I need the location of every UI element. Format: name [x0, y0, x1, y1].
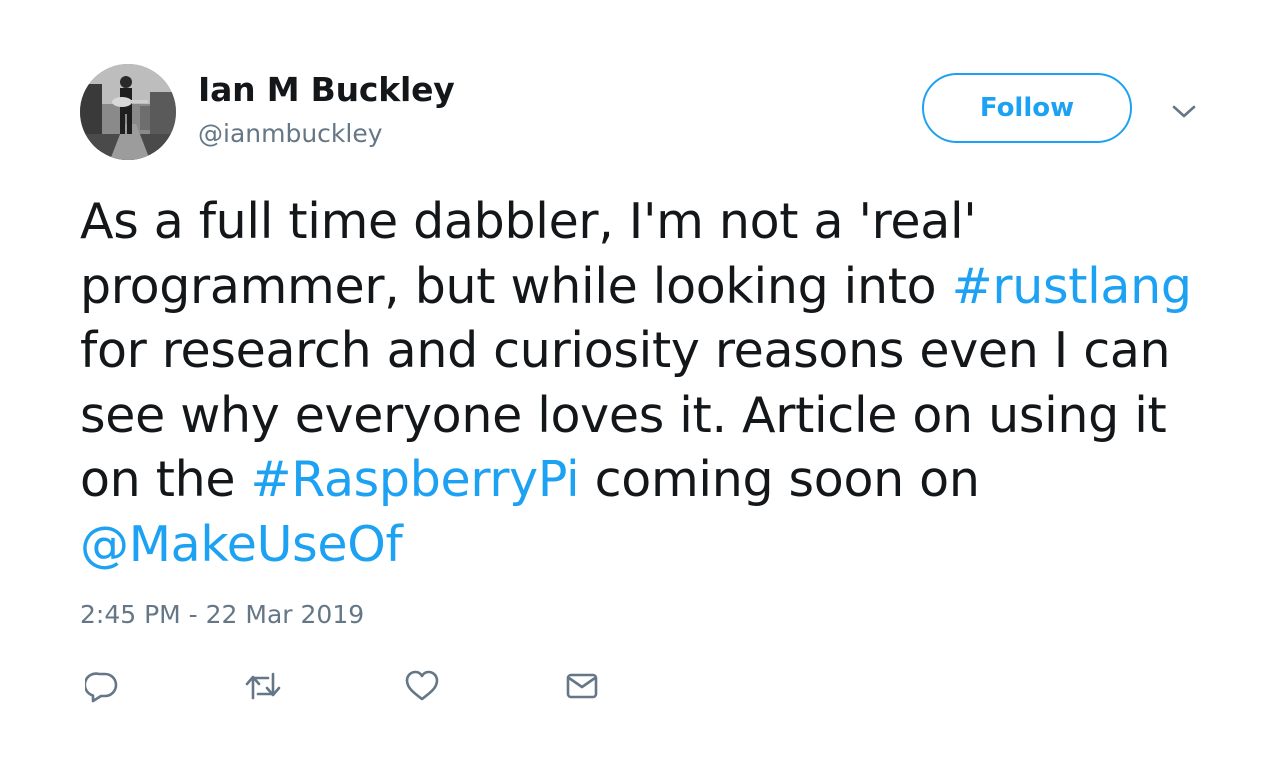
hashtag-link[interactable]: #RaspberryPi [251, 451, 580, 508]
reply-button[interactable] [80, 666, 124, 706]
tweet-text-segment: coming soon on [579, 451, 980, 508]
tweet-text-segment: As a full time dabbler, I'm not a 'real' [80, 193, 977, 250]
retweet-button[interactable] [241, 666, 285, 706]
heart-icon [405, 670, 439, 701]
screen-name[interactable]: @ianmbuckley [198, 119, 383, 148]
like-button[interactable] [400, 666, 444, 706]
tweet-text-line: programmer, but while looking into #rust… [80, 255, 1220, 320]
tweet-text-line: on the #RaspberryPi coming soon on [80, 448, 1220, 513]
follow-button[interactable]: Follow [922, 73, 1132, 143]
mention-link[interactable]: @MakeUseOf [80, 516, 403, 573]
tweet-timestamp[interactable]: 2:45 PM - 22 Mar 2019 [80, 600, 364, 629]
display-name[interactable]: Ian M Buckley [198, 70, 455, 109]
envelope-icon [566, 673, 598, 699]
tweet-text-segment: see why everyone loves it. Article on us… [80, 386, 1167, 444]
reply-icon [85, 672, 118, 703]
avatar[interactable] [80, 64, 176, 160]
tweet-text: As a full time dabbler, I'm not a 'real'… [80, 190, 1220, 577]
tweet-text-segment: for research and curiosity reasons even … [80, 322, 1171, 379]
tweet-card: Ian M Buckley @ianmbuckley Follow As a f… [0, 0, 1280, 760]
tweet-text-segment: on the [80, 451, 251, 508]
tweet-text-line: As a full time dabbler, I'm not a 'real' [80, 190, 1220, 255]
profile-photo-icon [80, 64, 176, 160]
tweet-text-line: @MakeUseOf [80, 513, 1220, 578]
hashtag-link[interactable]: #rustlang [952, 258, 1192, 315]
tweet-text-line: for research and curiosity reasons even … [80, 319, 1220, 384]
chevron-down-icon[interactable] [1166, 94, 1202, 130]
tweet-text-line: see why everyone loves it. Article on us… [80, 384, 1220, 449]
retweet-icon [245, 672, 281, 700]
direct-message-button[interactable] [560, 666, 604, 706]
tweet-text-segment: programmer, but while looking into [80, 257, 952, 315]
